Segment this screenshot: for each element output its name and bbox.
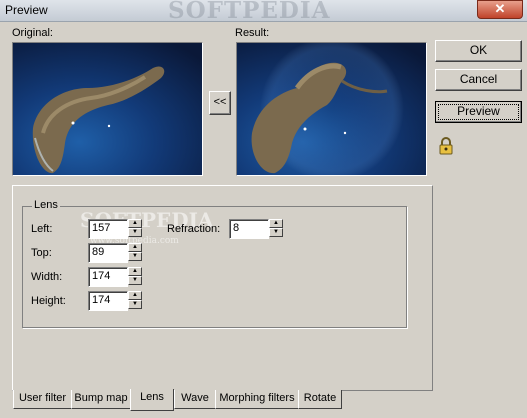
left-input[interactable] (89, 220, 126, 236)
lock-icon[interactable] (436, 136, 456, 156)
refraction-spin-up[interactable]: ▲ (269, 219, 283, 228)
window-title: Preview (5, 3, 48, 17)
height-field[interactable] (88, 291, 128, 311)
top-spin-down[interactable]: ▼ (128, 252, 142, 261)
height-spinner[interactable]: ▲ ▼ (128, 291, 142, 309)
tab-morphing-filters[interactable]: Morphing filters (215, 390, 299, 409)
tab-rotate[interactable]: Rotate (298, 390, 342, 409)
height-label: Height: (31, 295, 66, 307)
width-field[interactable] (88, 267, 128, 287)
top-input[interactable] (89, 244, 126, 260)
refraction-field[interactable] (229, 219, 269, 239)
refraction-spin-down[interactable]: ▼ (269, 228, 283, 237)
tab-wave[interactable]: Wave (174, 390, 216, 409)
width-label: Width: (31, 271, 63, 283)
left-spin-up[interactable]: ▲ (128, 219, 142, 228)
preview-window: Preview SOFTPEDIA ✕ Original: Result: <<… (0, 0, 527, 418)
height-spin-up[interactable]: ▲ (128, 291, 142, 300)
tab-bump-map[interactable]: Bump map (71, 390, 131, 409)
copy-to-original-button[interactable]: << (209, 91, 231, 115)
lens-group-title: Lens (32, 199, 60, 211)
width-spin-up[interactable]: ▲ (128, 267, 142, 276)
width-spin-down[interactable]: ▼ (128, 276, 142, 285)
original-label: Original: (12, 27, 53, 39)
refraction-spinner[interactable]: ▲ ▼ (269, 219, 283, 237)
preview-button[interactable]: Preview (435, 101, 522, 123)
left-spin-down[interactable]: ▼ (128, 228, 142, 237)
top-spinner[interactable]: ▲ ▼ (128, 243, 142, 261)
width-input[interactable] (89, 268, 126, 284)
result-label: Result: (235, 27, 270, 39)
refraction-input[interactable] (230, 220, 267, 236)
result-preview-image (236, 42, 427, 176)
left-spinner[interactable]: ▲ ▼ (128, 219, 142, 237)
title-watermark: SOFTPEDIA (168, 0, 331, 24)
tab-user-filter[interactable]: User filter (13, 390, 72, 409)
cancel-button[interactable]: Cancel (435, 69, 522, 91)
top-field[interactable] (88, 243, 128, 263)
top-label: Top: (31, 247, 52, 259)
ok-button[interactable]: OK (435, 40, 522, 62)
refraction-label: Refraction: (167, 223, 221, 235)
title-bar[interactable]: Preview SOFTPEDIA ✕ (0, 0, 527, 24)
left-label: Left: (31, 223, 53, 235)
left-field[interactable] (88, 219, 128, 239)
top-spin-up[interactable]: ▲ (128, 243, 142, 252)
height-spin-down[interactable]: ▼ (128, 300, 142, 309)
width-spinner[interactable]: ▲ ▼ (128, 267, 142, 285)
height-input[interactable] (89, 292, 126, 308)
tab-lens[interactable]: Lens (130, 389, 174, 411)
close-button[interactable]: ✕ (477, 0, 523, 19)
original-preview-image (12, 42, 203, 176)
